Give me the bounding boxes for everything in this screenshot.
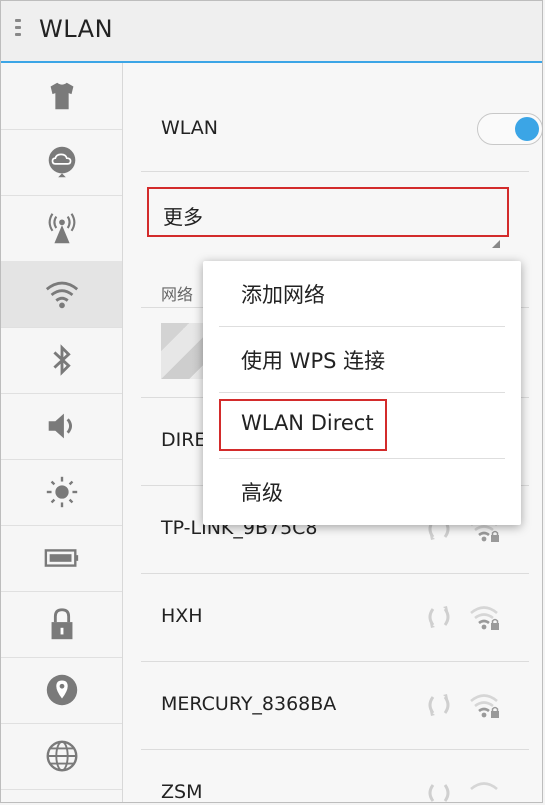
sync-icon — [428, 694, 450, 716]
settings-sidebar — [1, 63, 123, 802]
sound-icon — [48, 413, 72, 439]
bluetooth-icon — [52, 344, 71, 376]
menu-item-label: 添加网络 — [241, 283, 325, 307]
network-item[interactable]: ZSM — [141, 749, 529, 803]
sidebar-item-theme[interactable] — [1, 63, 122, 130]
wlan-switch-row: WLAN — [161, 95, 542, 153]
sidebar-item-sound[interactable] — [1, 393, 122, 460]
sidebar-item-wifi[interactable] — [1, 261, 122, 328]
theme-icon — [50, 82, 73, 110]
page-title: WLAN — [39, 15, 114, 43]
menu-item-label: 使用 WPS 连接 — [241, 349, 386, 373]
cloud-icon — [48, 146, 75, 178]
network-ssid: MERCURY_8368BA — [161, 693, 337, 715]
drawer-handle-icon[interactable] — [15, 19, 21, 43]
sidebar-item-cloud[interactable] — [1, 129, 122, 196]
hotspot-icon — [48, 213, 75, 244]
overflow-menu: 添加网络 使用 WPS 连接 WLAN Direct 高级 — [203, 261, 521, 525]
wifi-icon — [470, 782, 498, 791]
sync-icon — [428, 606, 450, 628]
menu-item-advanced[interactable]: 高级 — [219, 459, 505, 524]
brightness-icon — [46, 476, 77, 508]
lock-icon — [51, 608, 72, 640]
sidebar-item-location[interactable] — [1, 657, 122, 724]
menu-item-add-network[interactable]: 添加网络 — [219, 261, 505, 327]
networks-section-label: 网络 — [161, 285, 194, 304]
wlan-toggle[interactable] — [477, 113, 542, 145]
network-item[interactable]: HXH — [141, 573, 529, 662]
wifi-icon — [45, 281, 78, 309]
sidebar-item-security[interactable] — [1, 591, 122, 658]
highlight-box — [219, 399, 387, 451]
wifi-lock-icon — [470, 694, 499, 718]
more-button[interactable]: 更多 — [147, 187, 509, 237]
more-label: 更多 — [163, 205, 203, 229]
menu-item-label: 高级 — [241, 481, 283, 505]
sidebar-item-hotspot[interactable] — [1, 195, 122, 262]
network-ssid: HXH — [161, 605, 203, 627]
battery-icon — [44, 549, 78, 567]
menu-item-wps-connect[interactable]: 使用 WPS 连接 — [219, 327, 505, 393]
sync-icon — [428, 784, 450, 802]
sidebar-item-bluetooth[interactable] — [1, 327, 122, 394]
menu-corner-indicator-icon — [492, 240, 500, 248]
network-ssid: ZSM — [161, 781, 203, 803]
sidebar-item-display[interactable] — [1, 459, 122, 526]
wifi-lock-icon — [470, 606, 499, 630]
network-item[interactable]: MERCURY_8368BA — [141, 661, 529, 750]
sidebar-item-battery[interactable] — [1, 525, 122, 592]
globe-icon — [46, 740, 77, 772]
location-icon — [46, 674, 77, 706]
settings-window: WLAN WLAN 更多 网络 DIRECT- TP-LINK_9B75C8 H… — [0, 0, 543, 803]
divider — [141, 171, 529, 172]
sidebar-item-language[interactable] — [1, 723, 122, 790]
toggle-knob — [515, 117, 539, 141]
action-bar: WLAN — [1, 1, 542, 63]
wlan-label: WLAN — [161, 117, 219, 139]
